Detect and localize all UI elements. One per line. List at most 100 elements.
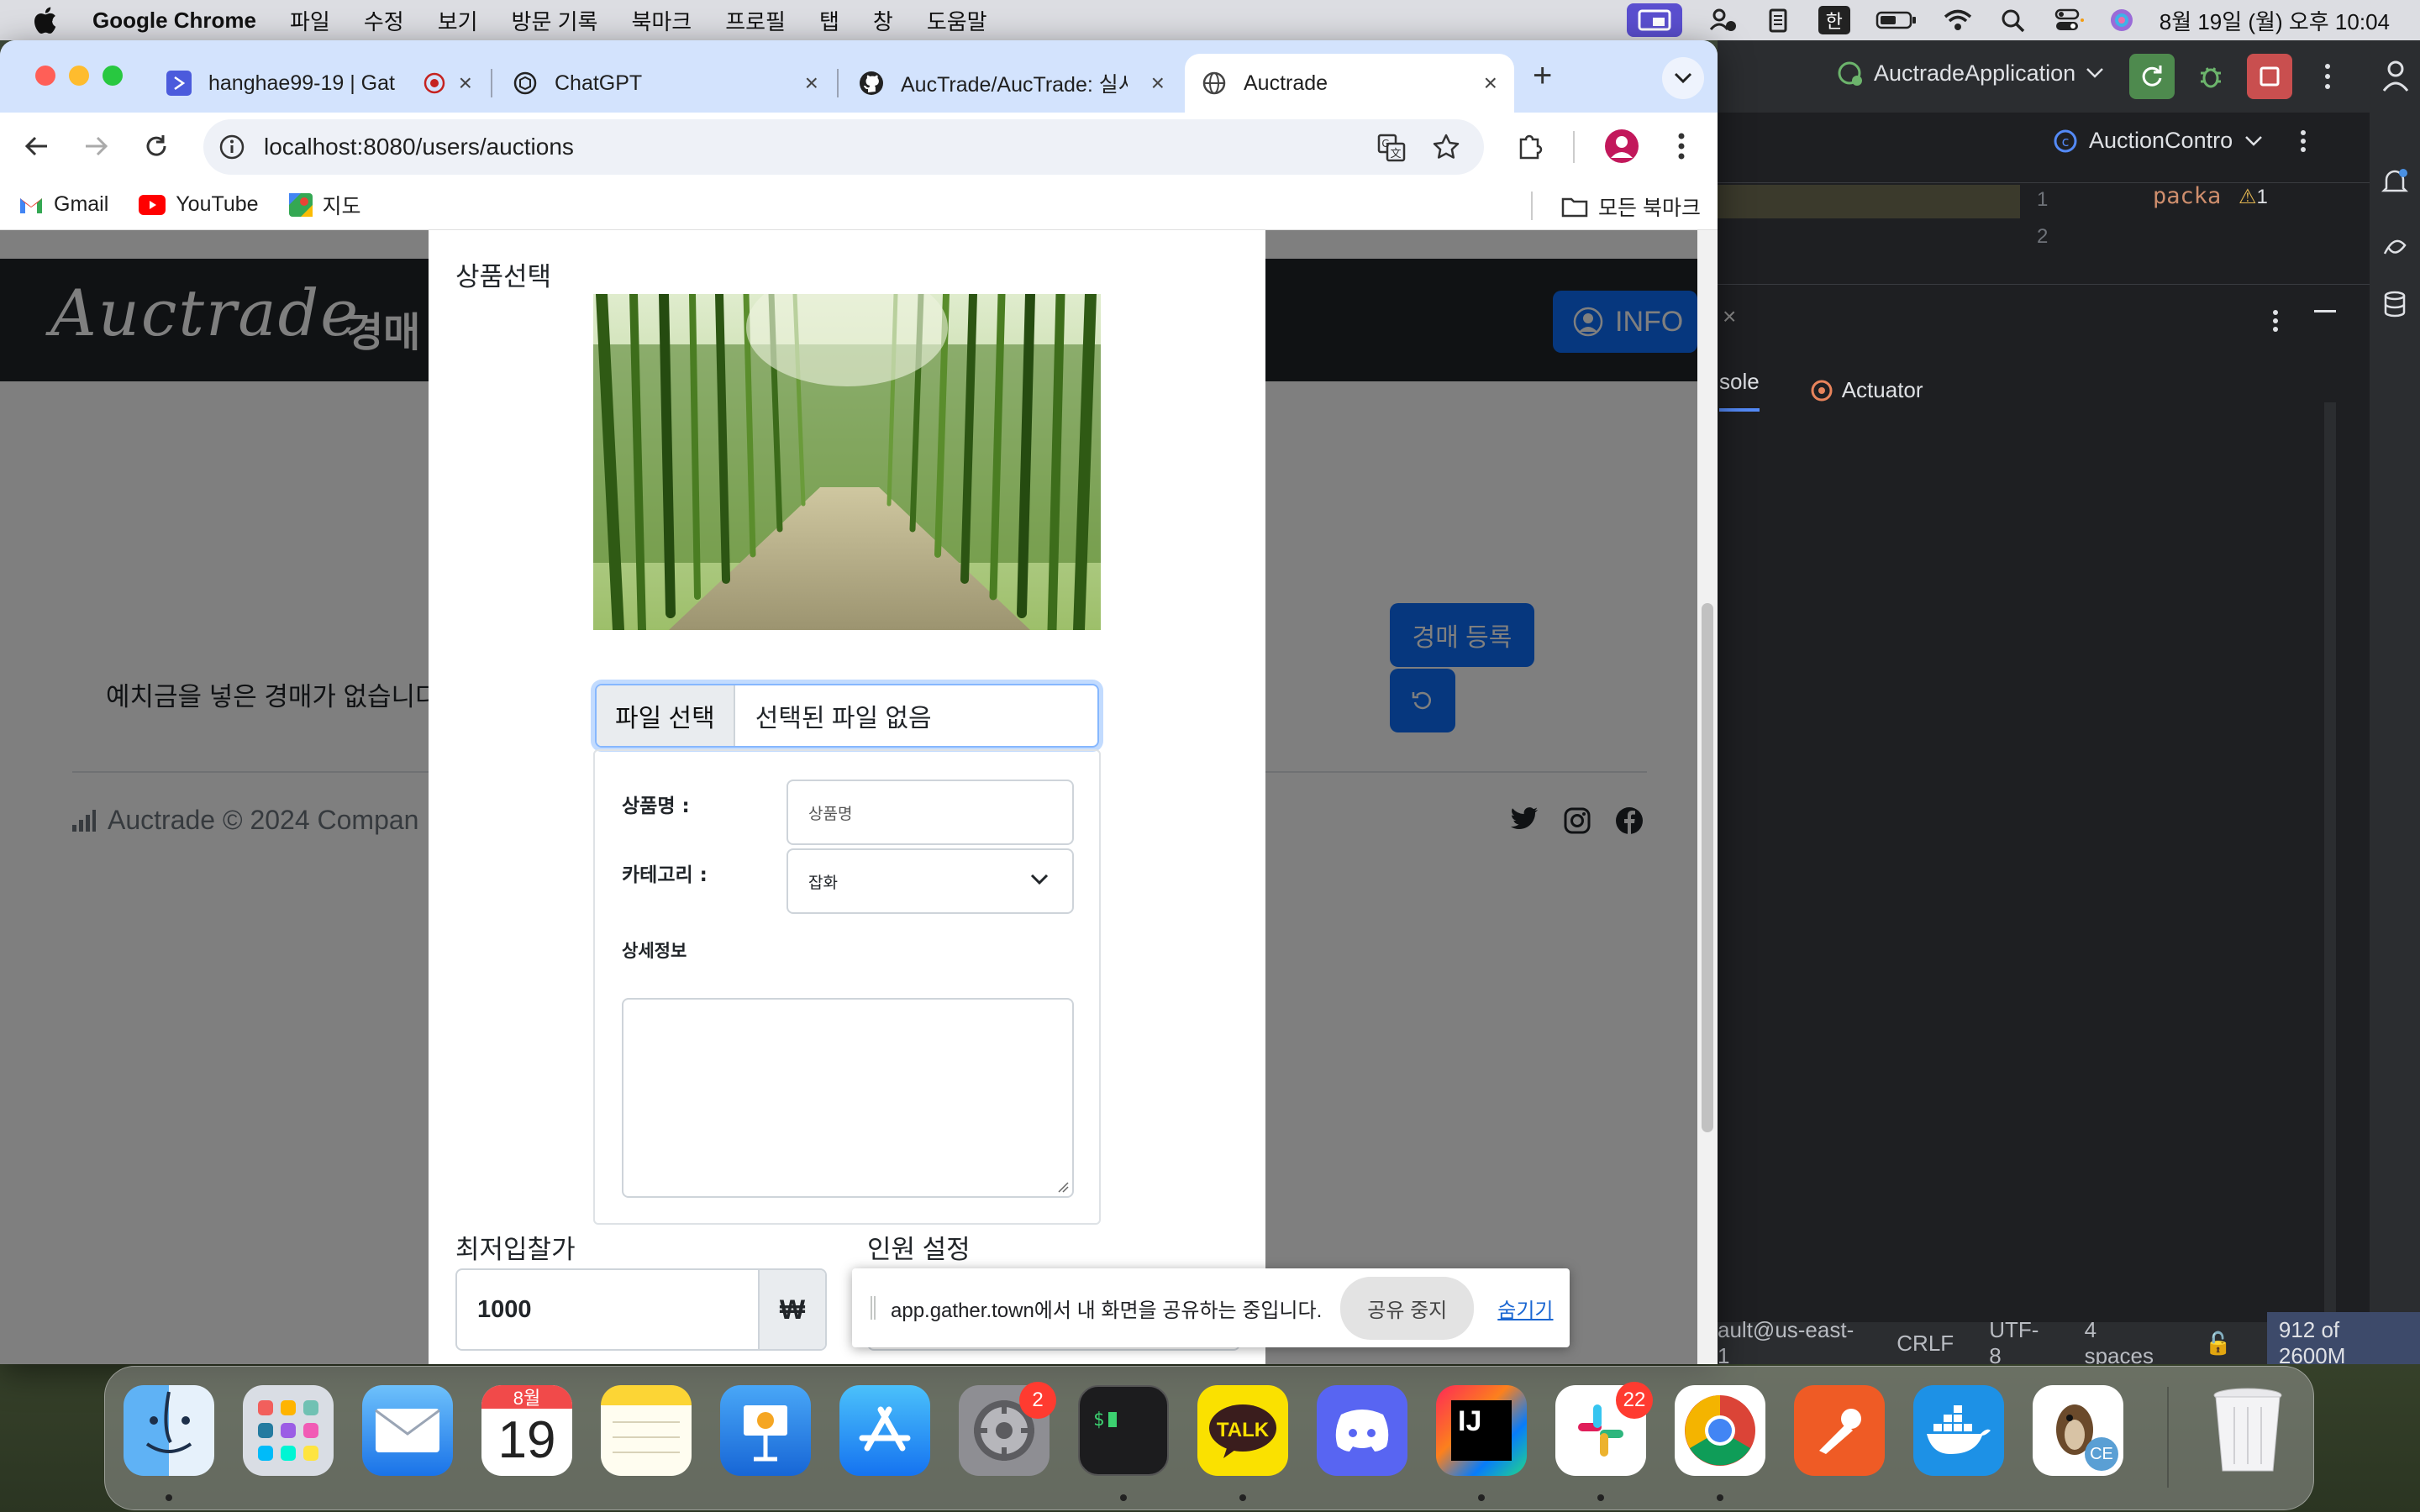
notifications-icon[interactable] bbox=[2380, 166, 2410, 197]
close-tab-icon[interactable]: × bbox=[1151, 70, 1165, 97]
apple-menu-icon[interactable] bbox=[30, 6, 59, 34]
reload-icon[interactable] bbox=[143, 133, 170, 160]
close-icon[interactable]: × bbox=[1723, 303, 1736, 330]
menu-tab[interactable]: 탭 bbox=[819, 5, 839, 36]
lock-icon[interactable]: 🔓 bbox=[2204, 1331, 2231, 1357]
zoom-window-button[interactable] bbox=[103, 66, 123, 86]
slack-icon[interactable]: 22 bbox=[1555, 1382, 1653, 1476]
user-icon[interactable] bbox=[2381, 59, 2410, 92]
code-text[interactable]: packa bbox=[2153, 183, 2221, 209]
url-text[interactable]: localhost:8080/users/auctions bbox=[264, 134, 574, 160]
status-encoding[interactable]: UTF-8 bbox=[1989, 1317, 2049, 1364]
back-icon[interactable] bbox=[24, 133, 50, 160]
close-tab-icon[interactable]: × bbox=[1484, 70, 1497, 97]
launchpad-icon[interactable] bbox=[243, 1385, 334, 1476]
trash-icon[interactable] bbox=[2202, 1385, 2293, 1476]
menu-bookmarks[interactable]: 북마크 bbox=[631, 5, 692, 36]
min-bid-input[interactable]: 1000 ₩ bbox=[455, 1268, 827, 1351]
siri-icon[interactable] bbox=[2109, 8, 2134, 33]
minimize-icon[interactable] bbox=[2314, 310, 2336, 312]
site-info-icon[interactable] bbox=[218, 134, 245, 160]
menu-bar-clock[interactable]: 8월 19일 (월) 오후 10:04 bbox=[2160, 5, 2390, 36]
control-center-icon[interactable] bbox=[2054, 8, 2084, 33]
close-window-button[interactable] bbox=[35, 66, 55, 86]
choose-file-button[interactable]: 파일 선택 bbox=[597, 685, 735, 746]
screen-sharing-icon[interactable] bbox=[1626, 3, 1682, 37]
close-tab-icon[interactable]: × bbox=[459, 70, 472, 97]
accessibility-status-icon[interactable] bbox=[1707, 8, 1738, 33]
battery-icon[interactable] bbox=[1876, 8, 1918, 33]
postman-icon[interactable] bbox=[1794, 1385, 1885, 1476]
category-select[interactable]: 잡화 bbox=[786, 848, 1074, 914]
resize-handle-icon[interactable] bbox=[1057, 1181, 1069, 1193]
bookmark-maps[interactable]: 지도 bbox=[288, 190, 361, 220]
forward-icon[interactable] bbox=[82, 133, 109, 160]
keynote-icon[interactable] bbox=[720, 1385, 811, 1476]
stop-button[interactable] bbox=[2247, 54, 2292, 99]
app-store-icon[interactable] bbox=[839, 1385, 930, 1476]
debug-button[interactable] bbox=[2188, 54, 2233, 99]
file-input[interactable]: 파일 선택 선택된 파일 없음 bbox=[595, 684, 1099, 748]
input-source-indicator[interactable]: 한 bbox=[1818, 6, 1850, 34]
clipboard-icon[interactable] bbox=[1763, 8, 1793, 33]
stop-sharing-button[interactable]: 공유 중지 bbox=[1340, 1276, 1475, 1340]
mail-icon[interactable] bbox=[362, 1385, 453, 1476]
bookmark-gmail[interactable]: Gmail bbox=[18, 192, 108, 217]
detail-textarea[interactable] bbox=[622, 998, 1074, 1198]
extensions-icon[interactable] bbox=[1516, 131, 1546, 161]
tab-auctrade[interactable]: Auctrade × bbox=[1185, 54, 1514, 113]
more-actions-icon[interactable] bbox=[2272, 308, 2279, 333]
finder-icon[interactable] bbox=[124, 1385, 214, 1476]
spotlight-search-icon[interactable] bbox=[1998, 8, 2028, 33]
more-actions-icon[interactable] bbox=[2300, 129, 2307, 154]
tab-github[interactable]: AucTrade/AucTrade: 실시 × bbox=[842, 54, 1181, 113]
discord-icon[interactable] bbox=[1317, 1385, 1407, 1476]
tab-actuator[interactable]: Actuator bbox=[1810, 369, 1923, 412]
chrome-menu-icon[interactable] bbox=[1677, 131, 1686, 161]
new-tab-icon[interactable]: + bbox=[1533, 57, 1552, 95]
tab-chatgpt[interactable]: ChatGPT × bbox=[496, 54, 835, 113]
intellij-icon[interactable]: IJ bbox=[1436, 1385, 1527, 1476]
translate-icon[interactable]: 文G bbox=[1376, 133, 1407, 163]
drag-handle[interactable] bbox=[871, 1296, 876, 1320]
bookmark-youtube[interactable]: YouTube bbox=[139, 192, 259, 217]
bookmark-star-icon[interactable] bbox=[1432, 133, 1460, 161]
scrollbar-thumb[interactable] bbox=[1702, 603, 1713, 1132]
profile-avatar-icon[interactable] bbox=[1603, 128, 1640, 165]
product-name-input[interactable]: 상품명 bbox=[786, 780, 1074, 845]
run-configuration-selector[interactable]: AuctradeApplication bbox=[1835, 59, 2104, 87]
status-line-separator[interactable]: CRLF bbox=[1897, 1331, 1954, 1357]
wifi-icon[interactable] bbox=[1943, 8, 1973, 33]
terminal-icon[interactable]: $ bbox=[1078, 1385, 1169, 1476]
chevron-down-icon[interactable] bbox=[2244, 135, 2263, 147]
menu-window[interactable]: 창 bbox=[873, 5, 893, 36]
hide-banner-link[interactable]: 숨기기 bbox=[1497, 1294, 1553, 1323]
close-tab-icon[interactable]: × bbox=[805, 70, 818, 97]
page-scrollbar[interactable] bbox=[1697, 230, 1718, 1364]
status-indent[interactable]: 4 spaces bbox=[2085, 1317, 2170, 1364]
menu-edit[interactable]: 수정 bbox=[364, 5, 404, 36]
rerun-button[interactable] bbox=[2129, 54, 2175, 99]
ai-assistant-icon[interactable] bbox=[2380, 230, 2410, 260]
console-scrollbar[interactable] bbox=[2324, 402, 2336, 1318]
menu-history[interactable]: 방문 기록 bbox=[512, 5, 598, 36]
kakaotalk-icon[interactable]: TALK bbox=[1197, 1385, 1288, 1476]
database-icon[interactable] bbox=[2380, 289, 2410, 319]
docker-icon[interactable] bbox=[1913, 1385, 2004, 1476]
warning-indicator[interactable]: ⚠1 bbox=[2238, 185, 2268, 209]
calendar-icon[interactable]: 8월 19 bbox=[481, 1385, 572, 1476]
menu-profiles[interactable]: 프로필 bbox=[725, 5, 786, 36]
menu-view[interactable]: 보기 bbox=[438, 5, 478, 36]
menu-app-name[interactable]: Google Chrome bbox=[92, 8, 256, 34]
all-bookmarks-folder[interactable]: 모든 북마크 bbox=[1561, 192, 1701, 222]
menu-file[interactable]: 파일 bbox=[290, 5, 330, 36]
memory-indicator[interactable]: 912 of 2600M bbox=[2266, 1312, 2420, 1364]
more-actions-icon[interactable] bbox=[2323, 62, 2333, 91]
tab-search-button[interactable] bbox=[1662, 57, 1704, 99]
notes-icon[interactable] bbox=[601, 1385, 692, 1476]
system-settings-icon[interactable]: 2 bbox=[959, 1382, 1056, 1476]
dbeaver-icon[interactable]: CE bbox=[2033, 1385, 2123, 1476]
tab-console[interactable]: sole bbox=[1719, 369, 1760, 412]
address-bar[interactable]: localhost:8080/users/auctions 文G bbox=[203, 119, 1484, 175]
menu-help[interactable]: 도움말 bbox=[927, 5, 987, 36]
